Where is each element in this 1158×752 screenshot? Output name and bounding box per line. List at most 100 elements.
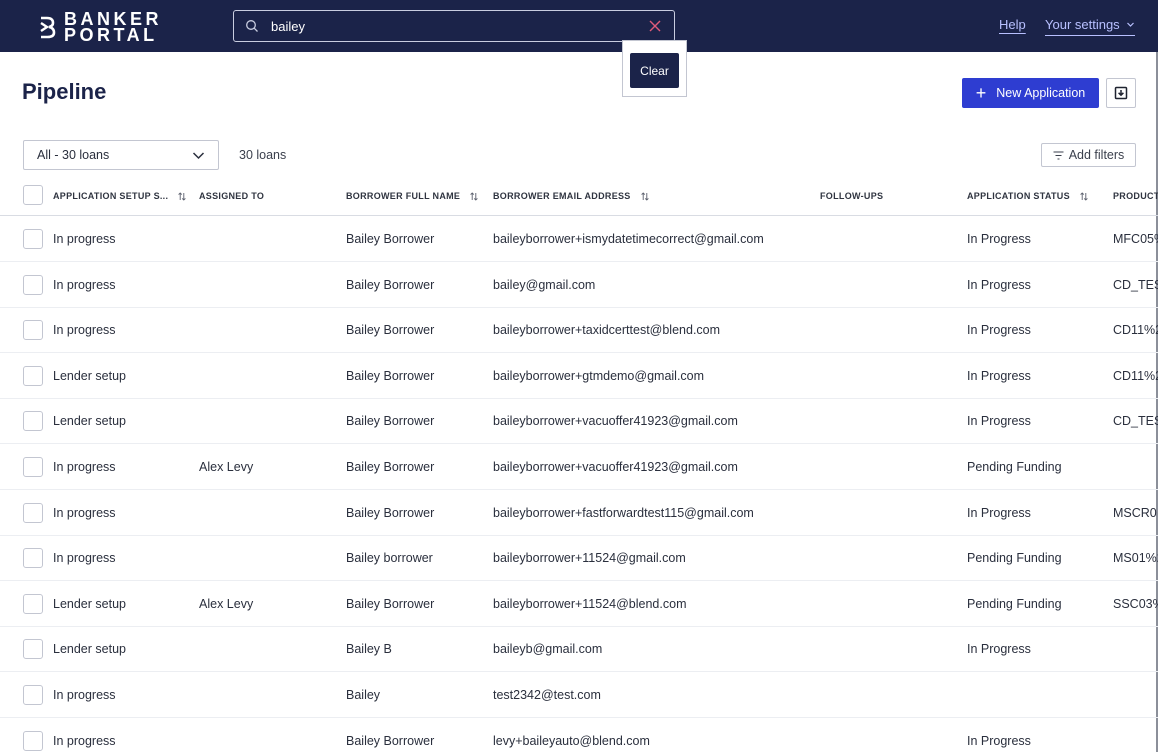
column-header-label: APPLICATION SETUP S... <box>53 191 169 201</box>
row-checkbox[interactable] <box>23 229 43 249</box>
search-input[interactable] <box>271 18 631 34</box>
cell-assigned-to: Alex Levy <box>199 597 254 611</box>
cell-application-status: In Progress <box>967 323 1031 337</box>
brand-line-2: PORTAL <box>64 25 158 45</box>
cell-application-setup: In progress <box>53 323 116 337</box>
cell-application-setup: In progress <box>53 688 116 702</box>
cell-borrower-name: Bailey Borrower <box>346 414 435 428</box>
sort-icon[interactable] <box>1080 191 1088 201</box>
row-checkbox[interactable] <box>23 320 43 340</box>
loan-filter-value: All - 30 loans <box>37 148 110 162</box>
table-row[interactable]: Lender setup Alex Levy Bailey Borrower b… <box>0 581 1158 627</box>
table-row[interactable]: In progress Bailey test2342@test.com <box>0 672 1158 718</box>
plus-icon: + <box>975 83 987 103</box>
cell-borrower-email: test2342@test.com <box>493 688 601 702</box>
cell-borrower-email: baileyborrower+vacuoffer41923@gmail.com <box>493 414 738 428</box>
column-header-borrower-email[interactable]: BORROWER EMAIL ADDRESS <box>493 191 649 201</box>
row-checkbox[interactable] <box>23 594 43 614</box>
cell-borrower-email: baileyborrower+gtmdemo@gmail.com <box>493 369 705 383</box>
row-checkbox[interactable] <box>23 503 43 523</box>
search-icon <box>246 20 258 32</box>
cell-borrower-email: baileyborrower+ismydatetimecorrect@gmail… <box>493 232 764 246</box>
row-checkbox[interactable] <box>23 685 43 705</box>
column-header-label: FOLLOW-UPS <box>820 191 884 201</box>
loan-count: 30 loans <box>239 148 287 162</box>
select-all-checkbox[interactable] <box>23 185 43 205</box>
cell-product: MSCR0 <box>1113 506 1157 520</box>
column-header-assigned-to[interactable]: ASSIGNED TO <box>199 191 264 201</box>
banker-portal-logo[interactable]: BANKER PORTAL <box>38 10 162 44</box>
help-link[interactable]: Help <box>999 17 1026 32</box>
cell-borrower-email: baileyborrower+11524@gmail.com <box>493 551 686 565</box>
cell-borrower-email: baileyborrower+vacuoffer41923@gmail.com <box>493 460 738 474</box>
row-checkbox[interactable] <box>23 411 43 431</box>
cell-application-status: In Progress <box>967 369 1031 383</box>
export-icon <box>1114 86 1128 100</box>
cell-application-status: In Progress <box>967 642 1031 656</box>
new-application-button[interactable]: + New Application <box>962 78 1099 108</box>
cell-product: CD11%2 <box>1113 323 1158 337</box>
row-checkbox[interactable] <box>23 457 43 477</box>
loan-filter-select[interactable]: All - 30 loans <box>23 140 219 170</box>
column-header-label: PRODUCT <box>1113 191 1158 201</box>
cell-borrower-email: baileyborrower+fastforwardtest115@gmail.… <box>493 506 754 520</box>
table-row[interactable]: Lender setup Bailey B baileyb@gmail.com … <box>0 626 1158 672</box>
table-row[interactable]: In progress Bailey Borrower bailey@gmail… <box>0 262 1158 308</box>
sort-icon[interactable] <box>640 191 649 201</box>
table-row[interactable]: In progress Bailey Borrower baileyborrow… <box>0 307 1158 353</box>
your-settings-menu[interactable]: Your settings <box>1045 17 1135 36</box>
cell-application-status: Pending Funding <box>967 551 1062 565</box>
column-header-application-status[interactable]: APPLICATION STATUS <box>967 191 1088 201</box>
clear-tooltip: Clear <box>630 53 679 88</box>
table-row[interactable]: In progress Bailey borrower baileyborrow… <box>0 535 1158 581</box>
column-header-follow-ups[interactable]: FOLLOW-UPS <box>820 191 883 201</box>
search-bar <box>233 10 675 42</box>
cell-borrower-name: Bailey Borrower <box>346 323 435 337</box>
export-button[interactable] <box>1106 78 1136 108</box>
sort-icon[interactable] <box>470 191 478 201</box>
cell-application-status: In Progress <box>967 414 1031 428</box>
cell-application-status: Pending Funding <box>967 460 1062 474</box>
row-checkbox[interactable] <box>23 639 43 659</box>
column-header-label: BORROWER FULL NAME <box>346 191 461 201</box>
column-header-application-setup[interactable]: APPLICATION SETUP S... <box>53 191 186 201</box>
cell-borrower-name: Bailey <box>346 688 381 702</box>
table-row[interactable]: Lender setup Bailey Borrower baileyborro… <box>0 398 1158 444</box>
row-checkbox[interactable] <box>23 548 43 568</box>
cell-product: CD_TES <box>1113 278 1158 292</box>
cell-product: CD11%2 <box>1113 369 1158 383</box>
column-header-product[interactable]: PRODUCT <box>1113 191 1158 201</box>
cell-application-status: In Progress <box>967 232 1031 246</box>
cell-product: MS01%2 <box>1113 551 1158 565</box>
add-filters-button[interactable]: Add filters <box>1041 143 1136 167</box>
sort-icon[interactable] <box>178 191 186 201</box>
table-header: APPLICATION SETUP S... ASSIGNED TO BORRO… <box>0 176 1158 216</box>
row-checkbox[interactable] <box>23 275 43 295</box>
close-icon[interactable] <box>648 19 662 33</box>
cell-borrower-name: Bailey Borrower <box>346 232 435 246</box>
table-row[interactable]: In progress Bailey Borrower baileyborrow… <box>0 216 1158 262</box>
row-checkbox[interactable] <box>23 731 43 751</box>
table-row[interactable]: In progress Alex Levy Bailey Borrower ba… <box>0 444 1158 490</box>
cell-application-status: In Progress <box>967 734 1031 748</box>
cell-borrower-name: Bailey B <box>346 642 392 656</box>
column-header-label: ASSIGNED TO <box>199 191 265 201</box>
table-row[interactable]: In progress Bailey Borrower levy+baileya… <box>0 718 1158 752</box>
cell-product: CD_TES <box>1113 414 1158 428</box>
cell-borrower-email: bailey@gmail.com <box>493 278 596 292</box>
row-checkbox[interactable] <box>23 366 43 386</box>
table-row[interactable]: Lender setup Bailey Borrower baileyborro… <box>0 353 1158 399</box>
cell-application-setup: Lender setup <box>53 369 126 383</box>
cell-borrower-name: Bailey Borrower <box>346 278 435 292</box>
new-application-label: New Application <box>996 86 1086 100</box>
table-row[interactable]: In progress Bailey Borrower baileyborrow… <box>0 490 1158 536</box>
column-header-label: BORROWER EMAIL ADDRESS <box>493 191 631 201</box>
cell-application-setup: In progress <box>53 551 116 565</box>
cell-assigned-to: Alex Levy <box>199 460 254 474</box>
column-header-borrower-full-name[interactable]: BORROWER FULL NAME <box>346 191 478 201</box>
cell-borrower-email: levy+baileyauto@blend.com <box>493 734 650 748</box>
cell-borrower-email: baileyb@gmail.com <box>493 642 603 656</box>
column-header-label: APPLICATION STATUS <box>967 191 1070 201</box>
cell-borrower-name: Bailey borrower <box>346 551 433 565</box>
cell-borrower-name: Bailey Borrower <box>346 734 435 748</box>
